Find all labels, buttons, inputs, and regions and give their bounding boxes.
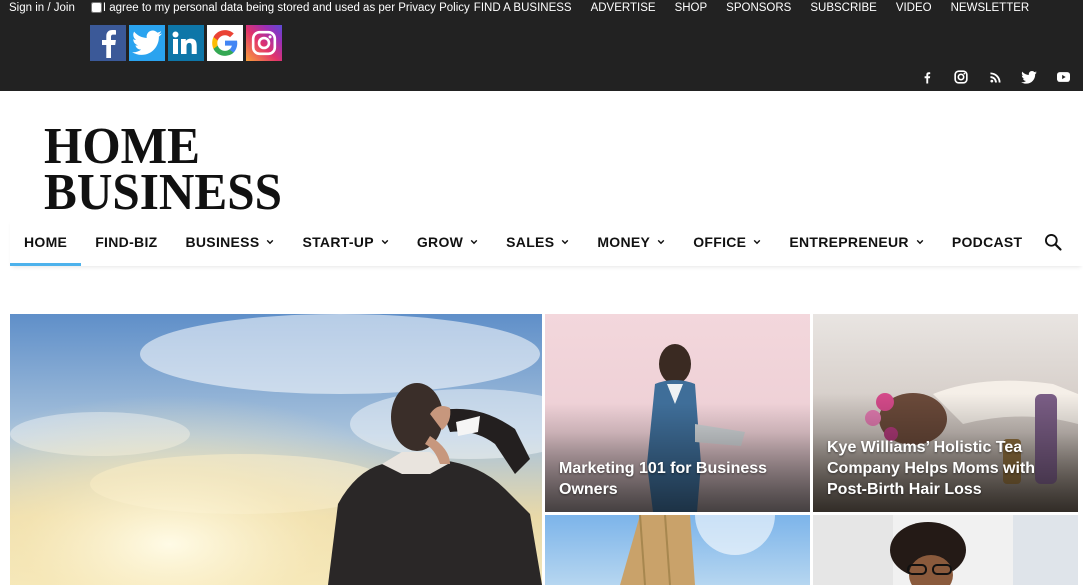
privacy-consent[interactable]: I agree to my personal data being stored… [90,1,470,14]
nav-item-start-up[interactable]: START-UP [288,218,402,266]
logo-line-2: BUSINESS [44,164,282,212]
nav-item-money[interactable]: MONEY [583,218,679,266]
nav-label: FIND-BIZ [95,234,158,250]
article-card[interactable] [545,515,810,585]
linkedin-icon[interactable] [168,25,204,61]
twitter-icon[interactable] [1021,69,1037,85]
article-card-title[interactable]: Kye Williams’ Holistic Tea Company Helps… [827,437,1066,500]
nav-item-grow[interactable]: GROW [403,218,492,266]
article-card-title[interactable]: Marketing 101 for Business Owners [559,458,798,500]
header-social-icons [919,69,1071,85]
facebook-icon[interactable] [90,25,126,61]
instagram-icon[interactable] [953,69,969,85]
top-link-newsletter[interactable]: NEWSLETTER [951,2,1030,14]
nav-item-business[interactable]: BUSINESS [171,218,288,266]
nav-label: ENTREPRENEUR [789,234,909,250]
top-link-shop[interactable]: SHOP [675,2,708,14]
nav-item-office[interactable]: OFFICE [679,218,775,266]
chevron-down-icon [381,239,389,245]
article-card[interactable]: Kye Williams’ Holistic Tea Company Helps… [813,314,1078,512]
rss-icon[interactable] [987,69,1003,85]
article-card[interactable]: Marketing 101 for Business Owners [545,314,810,512]
nav-label: BUSINESS [185,234,260,250]
top-link-find-a-business[interactable]: FIND A BUSINESS [474,2,572,14]
chevron-down-icon [657,239,665,245]
site-logo[interactable]: HOME BUSINESS [44,120,284,212]
nav-label: OFFICE [693,234,747,250]
sign-in-link[interactable]: Sign in / Join [9,2,75,14]
chevron-down-icon [916,239,924,245]
featured-photo [10,314,542,585]
nav-item-sales[interactable]: SALES [492,218,583,266]
search-icon[interactable] [1043,232,1063,252]
top-menu: Sign in / Join I agree to my personal da… [9,0,1048,15]
google-icon[interactable] [207,25,243,61]
facebook-icon[interactable] [919,69,935,85]
nav-label: GROW [416,234,464,250]
top-link-subscribe[interactable]: SUBSCRIBE [810,2,876,14]
nav-item-podcast[interactable]: PODCAST [938,218,1037,266]
top-link-sponsors[interactable]: SPONSORS [726,2,791,14]
nav-label: SALES [506,234,555,250]
nav-label: MONEY [597,234,651,250]
nav-label: HOME [24,234,68,250]
top-bar: Sign in / Join I agree to my personal da… [0,0,1083,91]
top-link-video[interactable]: VIDEO [896,2,932,14]
nav-item-home[interactable]: HOME [10,218,82,266]
instagram-icon[interactable] [246,25,282,61]
featured-article-image[interactable] [10,314,542,585]
top-nav-links: FIND A BUSINESS ADVERTISE SHOP SPONSORS … [474,2,1048,14]
main-nav: HOME FIND-BIZ BUSINESS START-UP GROW SAL… [10,218,1083,266]
top-link-advertise[interactable]: ADVERTISE [591,2,656,14]
article-card-photo [620,515,775,585]
chevron-down-icon [562,239,569,245]
chevron-down-icon [470,239,478,245]
youtube-icon[interactable] [1055,69,1071,85]
twitter-icon[interactable] [129,25,165,61]
chevron-down-icon [267,239,274,245]
article-card[interactable] [813,515,1078,585]
social-share-tiles [90,25,282,61]
nav-label: PODCAST [951,234,1023,250]
privacy-consent-label: I agree to my personal data being stored… [102,1,470,14]
nav-label: START-UP [302,234,374,250]
privacy-consent-checkbox[interactable] [90,2,102,13]
chevron-down-icon [754,239,761,245]
nav-item-entrepreneur[interactable]: ENTREPRENEUR [775,218,938,266]
article-card-photo [813,515,1078,585]
nav-item-find-biz[interactable]: FIND-BIZ [81,218,171,266]
